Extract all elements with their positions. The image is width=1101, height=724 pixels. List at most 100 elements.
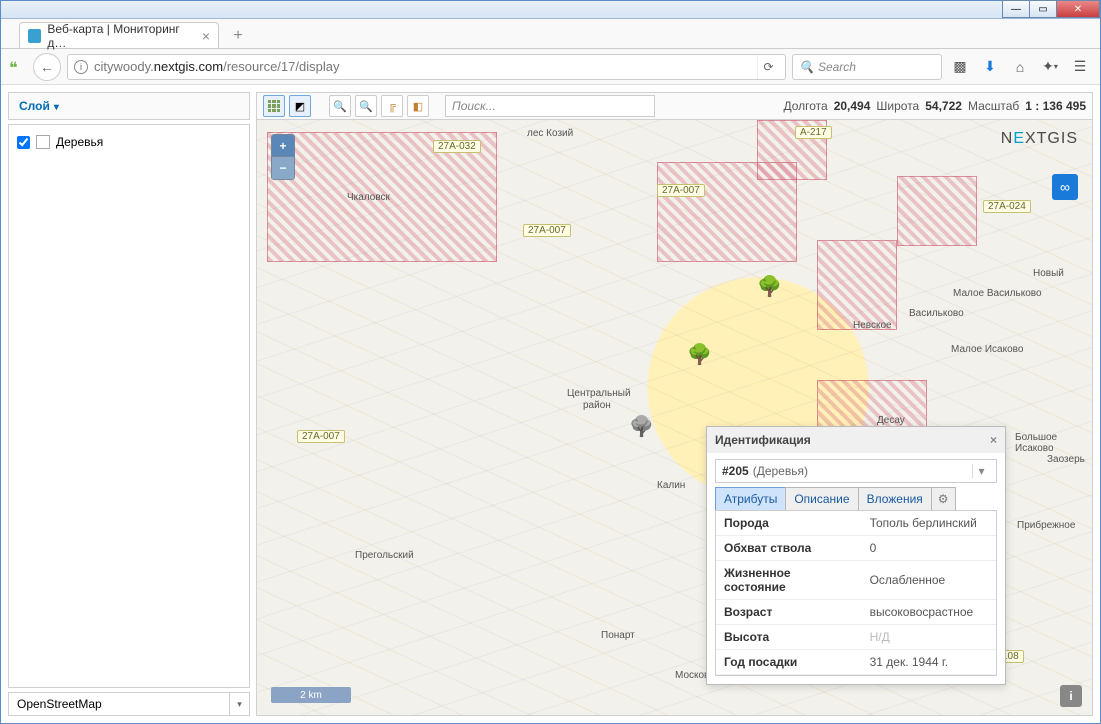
layer-label: Деревья xyxy=(56,135,103,149)
identify-attributes-table: ПородаТополь берлинскийОбхват ствола0Жиз… xyxy=(715,510,997,676)
identify-feature-select[interactable]: #205 (Деревья) ▾ xyxy=(715,459,997,483)
zoom-out-button[interactable]: − xyxy=(272,157,294,179)
firefox-flame-icon: ❝ xyxy=(9,58,27,76)
share-button[interactable]: ∞ xyxy=(1052,174,1078,200)
map-toolbar: ◩ 🔍 🔍 ╔ ◧ Поиск... Долгота 20,494 Широта… xyxy=(256,92,1093,120)
browser-tab[interactable]: Веб-карта | Мониторинг д… × xyxy=(19,22,219,48)
scale-bar: 2 km xyxy=(271,687,351,703)
tool-identify-button[interactable]: ◩ xyxy=(289,95,311,117)
nextgis-logo: NEXTGIS xyxy=(1001,130,1078,148)
downloads-icon[interactable]: ⬇ xyxy=(978,55,1002,79)
info-button[interactable]: i xyxy=(1060,685,1082,707)
search-bar[interactable]: 🔍 Search xyxy=(792,54,942,80)
basemap-select[interactable]: OpenStreetMap ▾ xyxy=(8,692,250,716)
tab-close-icon[interactable]: × xyxy=(202,28,210,44)
chevron-down-icon[interactable]: ▾ xyxy=(229,693,249,715)
place-label: Новый xyxy=(1033,268,1064,279)
app-row: Слой Деревья OpenStreetMap ▾ xyxy=(2,86,1099,722)
attr-value: 0 xyxy=(862,536,996,561)
zoom-in-icon[interactable]: 🔍 xyxy=(329,95,351,117)
back-button[interactable]: ← xyxy=(33,53,61,81)
coordinates-readout: Долгота 20,494 Широта 54,722 Масштаб 1 :… xyxy=(783,99,1086,113)
tool-layers-button[interactable] xyxy=(263,95,285,117)
window-frame: — ▭ ✕ Веб-карта | Мониторинг д… × + ❝ ← … xyxy=(0,0,1101,724)
url-text: citywoody.nextgis.com/resource/17/displa… xyxy=(94,59,751,74)
road-shield: 27А-007 xyxy=(523,224,571,237)
addon-icon[interactable]: ✦▾ xyxy=(1038,55,1062,79)
place-label: лес Козий xyxy=(527,128,573,139)
zoom-out-icon[interactable]: 🔍 xyxy=(355,95,377,117)
attr-key: Возраст xyxy=(716,600,862,625)
chevron-down-icon[interactable]: ▾ xyxy=(972,464,990,478)
zone-polygon xyxy=(897,176,977,246)
attr-key: Жизненное состояние xyxy=(716,561,862,600)
close-icon[interactable]: × xyxy=(990,433,997,447)
zoom-control: + − xyxy=(271,134,295,180)
road-shield: 27А-032 xyxy=(433,140,481,153)
attribute-row: ПородаТополь берлинский xyxy=(716,511,996,536)
tree-marker-icon[interactable]: 🌳 xyxy=(629,414,654,439)
browser-navbar: ❝ ← i citywoody.nextgis.com/resource/17/… xyxy=(1,49,1100,85)
layer-tree: Деревья xyxy=(8,124,250,688)
tree-marker-icon[interactable]: 🌳 xyxy=(687,342,712,367)
road-shield: 27А-024 xyxy=(983,200,1031,213)
close-button[interactable]: ✕ xyxy=(1056,0,1100,18)
reload-button[interactable]: ⟳ xyxy=(757,55,779,79)
layers-panel-header[interactable]: Слой xyxy=(8,92,250,120)
attr-value: высоковосрастное xyxy=(862,600,996,625)
attr-value: 31 дек. 1944 г. xyxy=(862,650,996,675)
identify-title: Идентификация xyxy=(715,433,811,447)
attr-key: Высота xyxy=(716,625,862,650)
identify-header[interactable]: Идентификация × xyxy=(707,427,1005,453)
map-search-input[interactable]: Поиск... xyxy=(445,95,655,117)
tree-marker-icon[interactable]: 🌳 xyxy=(757,274,782,299)
share-icon: ∞ xyxy=(1060,179,1070,195)
tab-attributes[interactable]: Атрибуты xyxy=(715,487,786,510)
search-icon: 🔍 xyxy=(799,60,814,74)
chevron-down-icon xyxy=(54,99,59,113)
tab-settings[interactable]: ⚙ xyxy=(931,487,956,510)
place-label: Невское xyxy=(853,320,892,331)
url-bar[interactable]: i citywoody.nextgis.com/resource/17/disp… xyxy=(67,54,786,80)
attribute-row: Жизненное состояниеОслабленное xyxy=(716,561,996,600)
tab-description[interactable]: Описание xyxy=(785,487,858,510)
tab-attachments[interactable]: Вложения xyxy=(858,487,932,510)
layer-visibility-checkbox[interactable] xyxy=(17,136,30,149)
layer-icon xyxy=(36,135,50,149)
menu-icon[interactable]: ☰ xyxy=(1068,55,1092,79)
attr-value: Н/Д xyxy=(862,625,996,650)
zoom-in-button[interactable]: + xyxy=(272,135,294,157)
map-search-placeholder: Поиск... xyxy=(452,99,496,113)
new-tab-button[interactable]: + xyxy=(225,24,251,48)
attr-key: Порода xyxy=(716,511,862,536)
place-label: Малое Васильково xyxy=(953,288,1042,299)
identity-icon[interactable]: i xyxy=(74,60,88,74)
basemap-label: OpenStreetMap xyxy=(9,697,229,711)
place-label: Большое Исаково xyxy=(1015,432,1092,454)
attr-key: Год посадки xyxy=(716,650,862,675)
search-placeholder: Search xyxy=(818,60,856,74)
tab-title: Веб-карта | Мониторинг д… xyxy=(47,22,195,50)
place-label: Прегольский xyxy=(355,550,414,561)
place-label: Центральный xyxy=(567,388,631,399)
maximize-button[interactable]: ▭ xyxy=(1029,0,1057,18)
map-canvas[interactable]: лес КозийЧкаловскЦентральныйрайонКалинПр… xyxy=(256,120,1093,716)
map-panel: ◩ 🔍 🔍 ╔ ◧ Поиск... Долгота 20,494 Широта… xyxy=(256,92,1093,716)
browser-tabstrip: Веб-карта | Мониторинг д… × + xyxy=(1,19,1100,49)
feature-id: #205 xyxy=(722,464,749,478)
measure-line-icon[interactable]: ╔ xyxy=(381,95,403,117)
layer-tree-item[interactable]: Деревья xyxy=(17,133,241,151)
measure-area-icon[interactable]: ◧ xyxy=(407,95,429,117)
road-shield: 27А-007 xyxy=(657,184,705,197)
zone-polygon xyxy=(657,162,797,262)
attr-value: Ослабленное xyxy=(862,561,996,600)
home-icon[interactable]: ⌂ xyxy=(1008,55,1032,79)
extension-icon[interactable]: ▩ xyxy=(948,55,972,79)
attribute-row: ВысотаН/Д xyxy=(716,625,996,650)
zone-polygon xyxy=(817,240,897,330)
road-shield: А-217 xyxy=(795,126,832,139)
favicon-icon xyxy=(28,29,41,43)
place-label: Прибрежное xyxy=(1017,520,1075,531)
minimize-button[interactable]: — xyxy=(1002,0,1030,18)
attribute-row: Год посадки31 дек. 1944 г. xyxy=(716,650,996,675)
